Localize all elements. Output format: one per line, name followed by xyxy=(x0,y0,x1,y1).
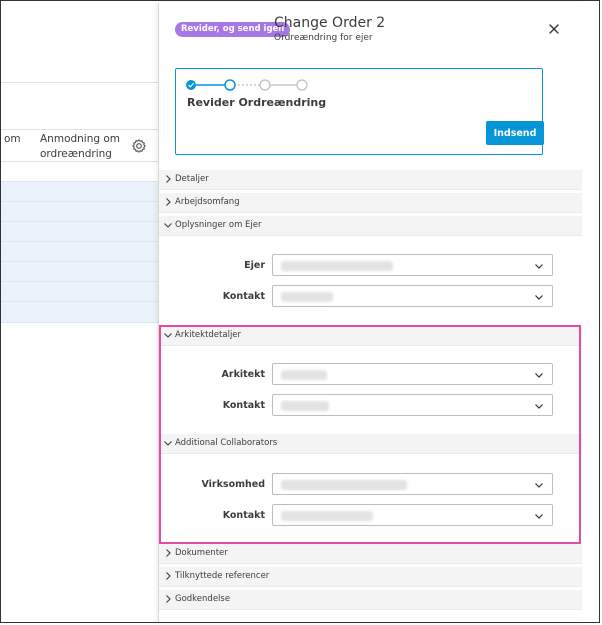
screenshot-frame xyxy=(0,0,600,623)
